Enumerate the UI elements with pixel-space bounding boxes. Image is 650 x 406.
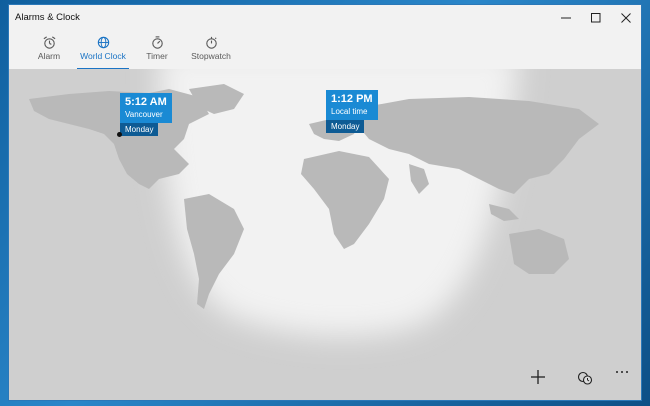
- tab-timer[interactable]: Timer: [145, 35, 169, 67]
- clock-city: Vancouver: [125, 110, 163, 119]
- tab-world-clock[interactable]: World Clock: [77, 35, 129, 70]
- clock-city: Local time: [331, 107, 368, 116]
- more-icon: [616, 371, 628, 373]
- add-clock-button[interactable]: [531, 370, 553, 392]
- clock-day: Monday: [120, 123, 159, 136]
- close-icon: [621, 13, 631, 23]
- minimize-button[interactable]: [551, 5, 581, 31]
- tab-timer-label: Timer: [146, 51, 168, 61]
- minimize-icon: [561, 17, 571, 19]
- clock-card-local[interactable]: 1:12 PM Local time Monday: [326, 90, 378, 133]
- world-map[interactable]: 5:12 AM Vancouver Monday 1:12 PM Local t…: [9, 69, 641, 400]
- tab-stopwatch[interactable]: Stopwatch: [191, 35, 231, 67]
- compare-clocks-button[interactable]: [577, 370, 599, 392]
- more-options-button[interactable]: [615, 370, 637, 392]
- app-window: Alarms & Clock Alarm World Clock Timer S…: [8, 4, 642, 401]
- window-title: Alarms & Clock: [15, 12, 80, 23]
- globe-icon: [97, 36, 109, 49]
- alarm-clock-icon: [43, 36, 55, 49]
- clock-card-header: 1:12 PM Local time: [326, 90, 378, 120]
- tab-alarm-label: Alarm: [37, 51, 61, 61]
- stopwatch-icon: [205, 36, 217, 49]
- clock-card-header: 5:12 AM Vancouver: [120, 93, 172, 123]
- tab-world-clock-label: World Clock: [80, 51, 126, 61]
- plus-icon: [531, 370, 545, 384]
- clock-time: 5:12 AM: [125, 96, 167, 108]
- timer-icon: [151, 36, 163, 49]
- tab-bar: Alarm World Clock Timer Stopwatch: [9, 31, 641, 70]
- location-pin-vancouver[interactable]: [117, 132, 122, 137]
- clock-card-vancouver[interactable]: 5:12 AM Vancouver Monday: [120, 93, 172, 136]
- tab-alarm[interactable]: Alarm: [35, 35, 63, 67]
- close-button[interactable]: [611, 5, 641, 31]
- maximize-icon: [591, 13, 601, 23]
- compare-clocks-icon: [577, 371, 593, 385]
- tab-stopwatch-label: Stopwatch: [191, 51, 231, 61]
- clock-day: Monday: [326, 120, 365, 133]
- title-bar: Alarms & Clock: [9, 5, 641, 31]
- clock-time: 1:12 PM: [331, 93, 373, 105]
- maximize-button[interactable]: [581, 5, 611, 31]
